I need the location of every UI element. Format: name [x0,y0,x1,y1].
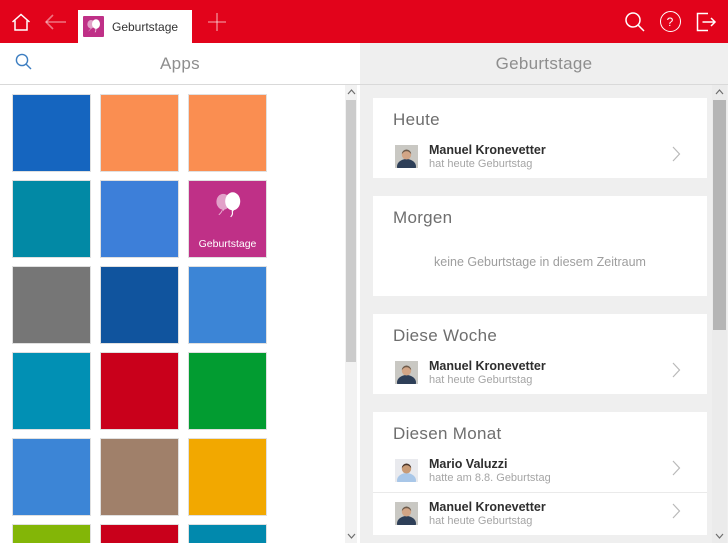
app-tile-geburtstage[interactable]: Geburtstage [189,181,266,257]
scroll-down-icon[interactable] [345,529,357,543]
app-tile[interactable] [189,267,266,343]
app-window: Geburtstage ? [0,0,728,543]
section-title: Heute [373,98,707,136]
section-title: Diesen Monat [373,412,707,450]
birthdays-panel-body: Heute Manuel Kronevetter hat heute Gebur… [360,85,728,543]
app-tile[interactable] [189,95,266,171]
birthday-section-card: Morgenkeine Geburtstage in diesem Zeitra… [373,196,707,296]
apps-panel-body: Geburtstage [0,85,360,543]
birthday-info: hat heute Geburtstag [429,374,671,386]
balloons-icon [189,190,266,222]
chevron-right-icon [671,503,681,524]
scrollbar-thumb[interactable] [713,100,726,330]
app-tile[interactable] [101,439,178,515]
tab-label: Geburtstage [112,20,178,34]
birthday-info: hatte am 8.8. Geburtstag [429,472,671,484]
app-tile[interactable] [189,439,266,515]
chevron-right-icon [671,460,681,481]
birthdays-scrollbar[interactable] [712,85,727,543]
app-tile[interactable] [13,439,90,515]
app-tile[interactable] [13,267,90,343]
birthday-info: hat heute Geburtstag [429,158,671,170]
app-tile[interactable] [101,525,178,543]
add-tab-icon[interactable] [204,9,230,35]
section-title: Diese Woche [373,314,707,352]
birthday-entry[interactable]: Manuel Kronevetter hat heute Geburtstag [373,352,707,394]
empty-section-text: keine Geburtstage in diesem Zeitraum [373,234,707,296]
logout-icon[interactable] [692,9,718,35]
birthdays-panel-title: Geburtstage [360,54,728,74]
search-icon[interactable] [622,9,648,35]
birthday-section-card: Diese Woche Manuel Kronevetter hat heute… [373,314,707,394]
apps-panel-title: Apps [0,54,360,74]
app-tile[interactable] [13,525,90,543]
person-name: Manuel Kronevetter [429,359,671,373]
birthdays-panel: Geburtstage Heute Manuel Kronevetter hat… [360,43,728,543]
topbar: Geburtstage ? [0,0,728,43]
app-tile-grid: Geburtstage [0,85,360,543]
person-name: Manuel Kronevetter [429,143,671,157]
app-tile[interactable] [189,525,266,543]
help-icon[interactable]: ? [657,9,683,35]
birthday-entry[interactable]: Mario Valuzzi hatte am 8.8. Geburtstag [373,450,707,492]
scrollbar-thumb[interactable] [346,100,356,362]
birthday-entry[interactable]: Manuel Kronevetter hat heute Geburtstag [373,136,707,178]
avatar [395,502,418,525]
birthday-sections: Heute Manuel Kronevetter hat heute Gebur… [360,85,728,535]
tab-geburtstage[interactable]: Geburtstage [78,10,192,43]
apps-panel: Apps Geburtstage [0,43,360,543]
birthdays-panel-header: Geburtstage [360,43,728,85]
scroll-up-icon[interactable] [712,85,727,99]
apps-panel-header: Apps [0,43,360,85]
section-title: Morgen [373,196,707,234]
app-tile-label: Geburtstage [189,238,266,250]
app-tile[interactable] [13,95,90,171]
app-tile[interactable] [189,353,266,429]
scroll-down-icon[interactable] [712,529,727,543]
scroll-up-icon[interactable] [345,85,357,99]
home-icon[interactable] [8,9,34,35]
apps-scrollbar[interactable] [345,85,357,543]
avatar [395,145,418,168]
app-tile[interactable] [13,353,90,429]
apps-search-icon[interactable] [14,52,33,76]
chevron-right-icon [671,362,681,383]
birthday-section-card: Heute Manuel Kronevetter hat heute Gebur… [373,98,707,178]
app-tile[interactable] [101,353,178,429]
birthday-info: hat heute Geburtstag [429,515,671,527]
app-tile[interactable] [13,181,90,257]
avatar [395,459,418,482]
birthday-section-card: Diesen Monat Mario Valuzzi hatte am 8.8.… [373,412,707,535]
chevron-right-icon [671,146,681,167]
birthdays-app-icon [83,16,104,37]
avatar [395,361,418,384]
app-tile[interactable] [101,95,178,171]
help-glyph: ? [660,11,681,32]
birthday-entry[interactable]: Manuel Kronevetter hat heute Geburtstag [373,492,707,535]
person-name: Mario Valuzzi [429,457,671,471]
app-tile[interactable] [101,181,178,257]
person-name: Manuel Kronevetter [429,500,671,514]
back-icon[interactable] [42,9,68,35]
app-tile[interactable] [101,267,178,343]
